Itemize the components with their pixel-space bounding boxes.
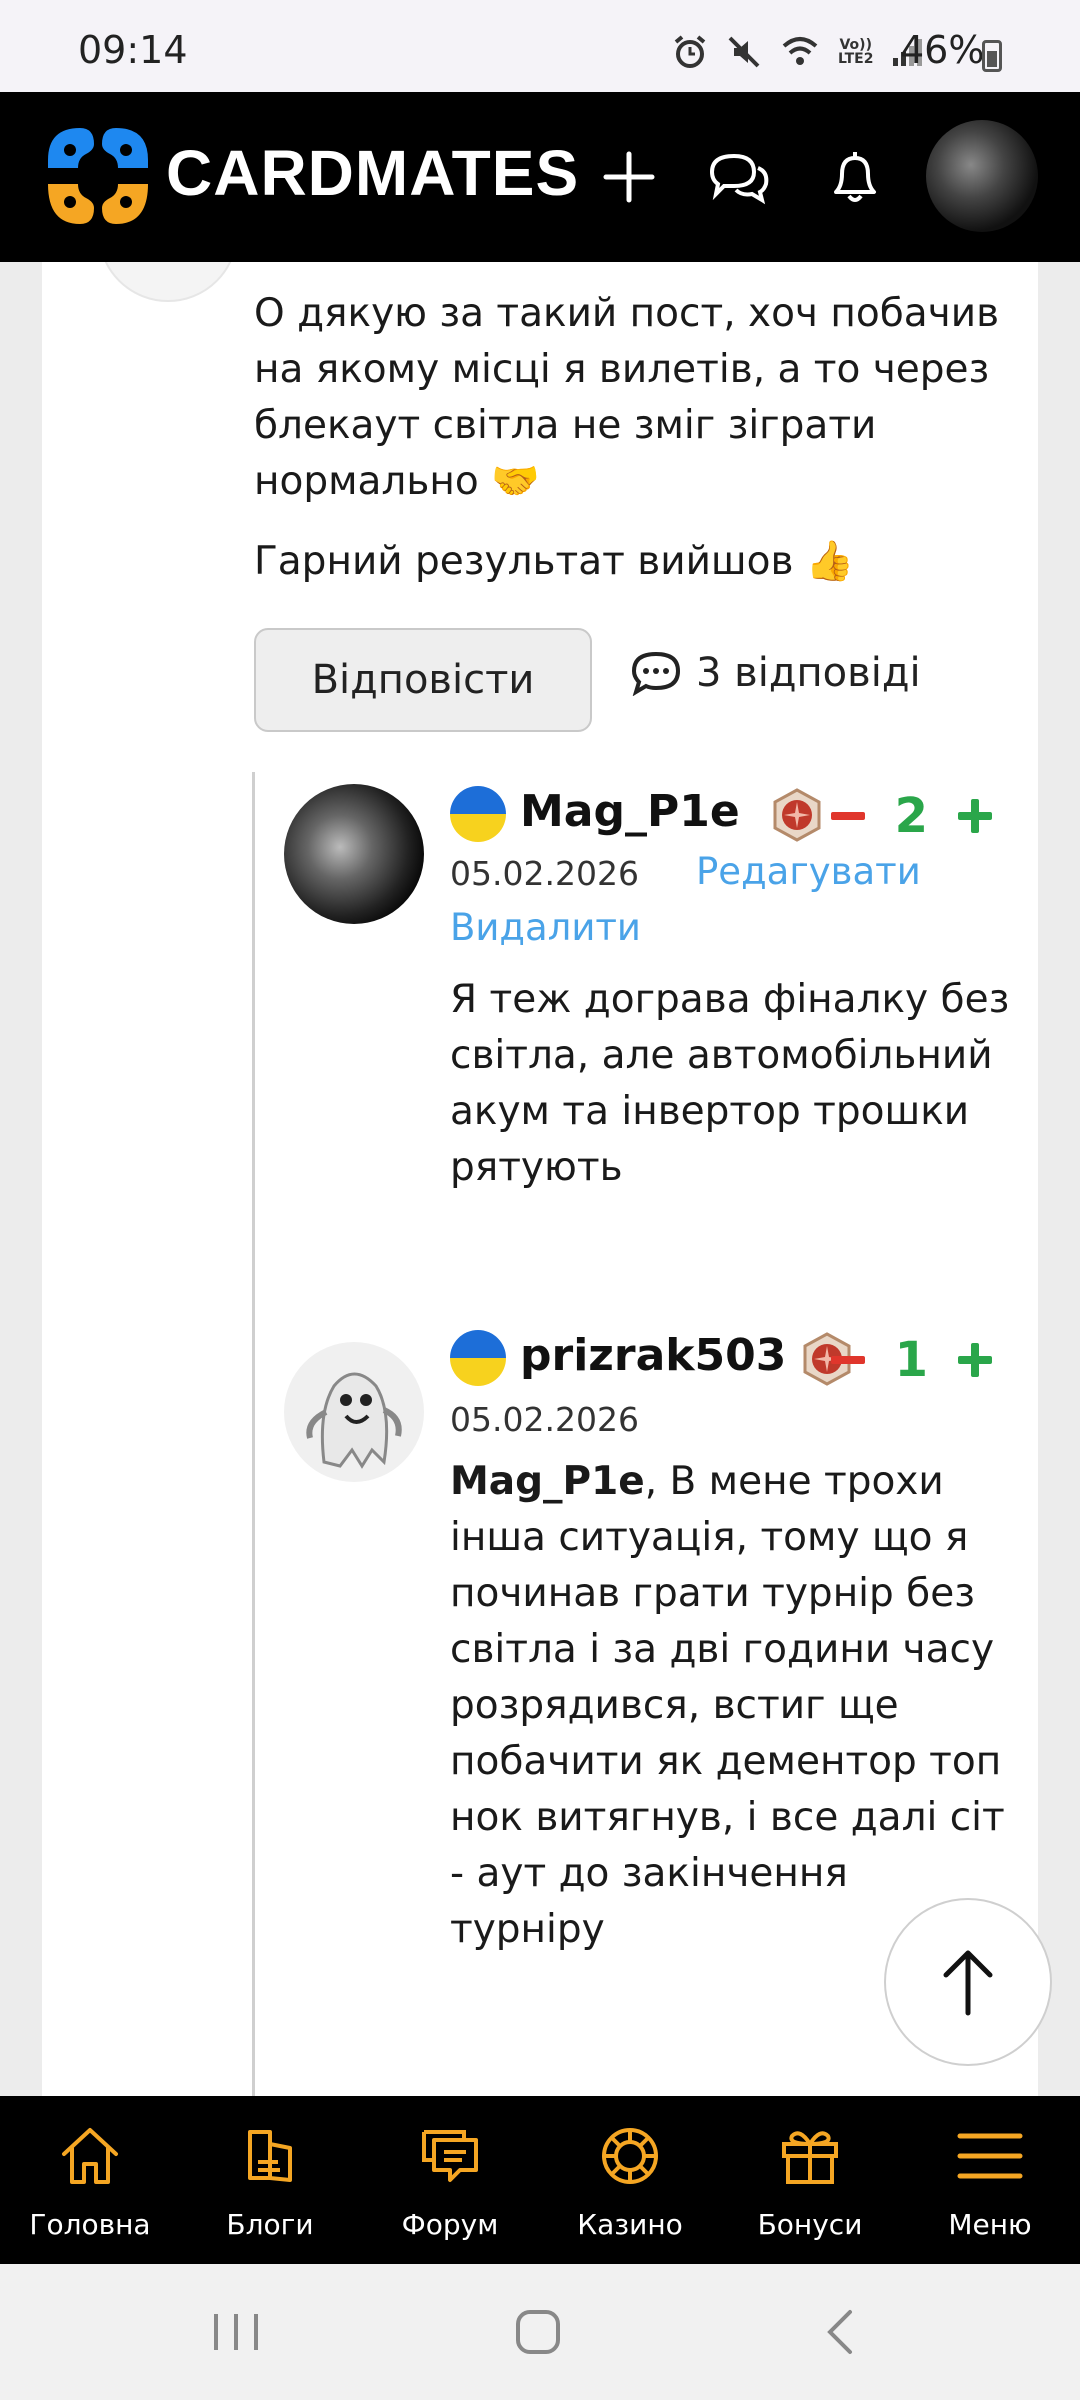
ukraine-flag-icon bbox=[450, 1330, 506, 1386]
battery-icon bbox=[982, 40, 1002, 72]
replies-count: 3 відповіді bbox=[696, 650, 921, 696]
upvote-button[interactable] bbox=[958, 1343, 992, 1377]
nav-bonuses[interactable]: Бонуси bbox=[720, 2096, 900, 2264]
alarm-icon bbox=[674, 35, 706, 68]
reply-comment: Mag_P1e 2 05.02.2026 Редагувати Видалити… bbox=[252, 772, 1038, 1190]
ukraine-flag-icon bbox=[450, 786, 506, 842]
arrow-up-icon bbox=[943, 1950, 993, 2016]
app-header: CARDMATES bbox=[0, 92, 1080, 262]
nav-menu[interactable]: Меню bbox=[900, 2096, 1080, 2264]
home-icon bbox=[62, 2128, 118, 2184]
network-label: Vo)) LTE2 bbox=[838, 37, 874, 67]
recent-apps-icon[interactable] bbox=[206, 2308, 266, 2356]
nav-label: Головна bbox=[29, 2208, 151, 2241]
mute-icon bbox=[728, 36, 760, 68]
vote-controls: 1 bbox=[830, 1332, 992, 1388]
reply-text: Mag_P1e, В мене трохи інша ситуація, том… bbox=[450, 1459, 1005, 1952]
vote-score: 2 bbox=[894, 788, 928, 844]
nav-casino[interactable]: Казино bbox=[540, 2096, 720, 2264]
reply-button[interactable]: Відповісти bbox=[254, 628, 592, 732]
forum-icon bbox=[422, 2130, 478, 2182]
comment-bubble-icon bbox=[631, 651, 681, 696]
rank-badge-icon bbox=[773, 788, 821, 842]
nav-blogs[interactable]: Блоги bbox=[180, 2096, 360, 2264]
nav-label: Меню bbox=[948, 2208, 1032, 2241]
menu-icon bbox=[957, 2133, 1023, 2179]
casino-icon bbox=[602, 2128, 658, 2184]
home-button-icon[interactable] bbox=[510, 2306, 566, 2358]
nav-label: Форум bbox=[401, 2208, 499, 2241]
user-avatar[interactable] bbox=[926, 120, 1038, 232]
status-icons: Vo)) LTE2 bbox=[672, 34, 923, 70]
blog-icon bbox=[248, 2130, 292, 2182]
delete-link[interactable]: Видалити bbox=[450, 906, 641, 949]
comments-card: О дякую за такий пост, хоч побачив на як… bbox=[42, 262, 1038, 2096]
vote-score: 1 bbox=[894, 1332, 928, 1388]
scroll-to-top-button[interactable] bbox=[884, 1898, 1052, 2066]
status-bar: 09:14 Vo)) LTE2 46% bbox=[0, 0, 1080, 92]
edit-link[interactable]: Редагувати bbox=[696, 850, 921, 893]
upvote-button[interactable] bbox=[958, 799, 992, 833]
replies-toggle[interactable]: 3 відповіді bbox=[630, 650, 921, 696]
comment-text-2: Гарний результат вийшов 👍 bbox=[254, 539, 855, 584]
nav-home[interactable]: Головна bbox=[0, 2096, 180, 2264]
nav-forum[interactable]: Форум bbox=[360, 2096, 540, 2264]
cardmates-logo-icon[interactable] bbox=[40, 120, 156, 232]
status-time: 09:14 bbox=[78, 28, 188, 72]
brand-name[interactable]: CARDMATES bbox=[166, 136, 579, 210]
comment-text: О дякую за такий пост, хоч побачив на як… bbox=[254, 291, 1000, 504]
post-author-avatar[interactable] bbox=[98, 262, 238, 302]
vote-controls: 2 bbox=[830, 788, 992, 844]
bottom-navigation: Головна Блоги Форум Казино Бонуси Меню bbox=[0, 2096, 1080, 2264]
battery-percent: 46% bbox=[900, 28, 985, 72]
mention-link[interactable]: Mag_P1e bbox=[450, 1459, 645, 1504]
downvote-button[interactable] bbox=[830, 1356, 865, 1364]
wifi-icon bbox=[782, 37, 818, 65]
reply-text: Я теж догрaва фіналку без світла, але ав… bbox=[450, 977, 1010, 1190]
chat-icon[interactable] bbox=[706, 144, 772, 210]
reply-username[interactable]: prizrak503 bbox=[520, 1330, 786, 1381]
reply-avatar[interactable] bbox=[284, 784, 424, 924]
system-navigation-bar bbox=[0, 2264, 1080, 2400]
bell-icon[interactable] bbox=[822, 144, 888, 210]
downvote-button[interactable] bbox=[830, 812, 865, 820]
reply-username[interactable]: Mag_P1e bbox=[520, 786, 740, 837]
nav-label: Бонуси bbox=[757, 2208, 863, 2241]
gift-icon bbox=[782, 2131, 838, 2184]
ghost-avatar-icon bbox=[306, 1372, 402, 1469]
reply-date: 05.02.2026 bbox=[450, 854, 639, 893]
reply-date: 05.02.2026 bbox=[450, 1400, 639, 1439]
nav-label: Блоги bbox=[226, 2208, 314, 2241]
nav-label: Казино bbox=[577, 2208, 683, 2241]
add-icon[interactable] bbox=[596, 144, 662, 210]
back-icon[interactable] bbox=[818, 2306, 862, 2358]
reply-avatar[interactable] bbox=[284, 1342, 424, 1482]
